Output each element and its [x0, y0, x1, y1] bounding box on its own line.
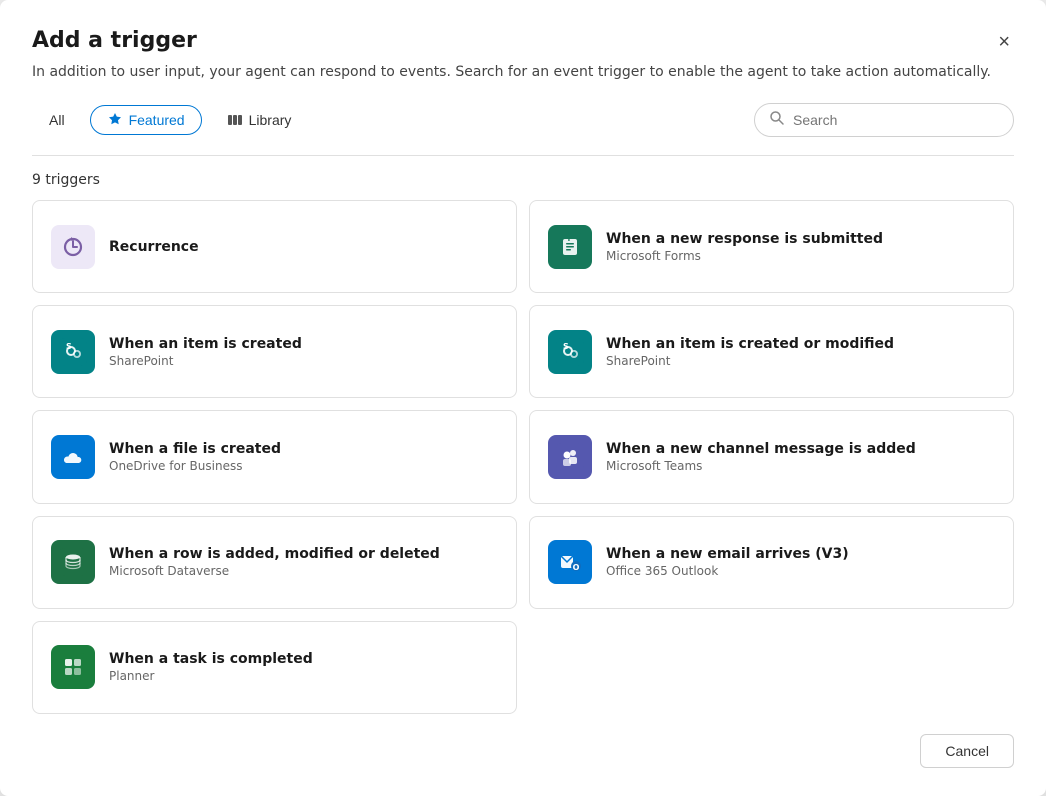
- tab-library[interactable]: Library: [210, 105, 309, 135]
- dialog-title: Add a trigger: [32, 28, 197, 54]
- trigger-text: When a new email arrives (V3) Office 365…: [606, 546, 995, 578]
- add-trigger-dialog: Add a trigger × In addition to user inpu…: [0, 0, 1046, 796]
- trigger-app: Office 365 Outlook: [606, 564, 995, 578]
- search-box[interactable]: [754, 103, 1014, 137]
- trigger-teams[interactable]: When a new channel message is added Micr…: [529, 410, 1014, 503]
- tab-featured[interactable]: Featured: [90, 105, 202, 135]
- trigger-app: SharePoint: [606, 354, 995, 368]
- trigger-sharepoint-modify[interactable]: S When an item is created or modified Sh…: [529, 305, 1014, 398]
- trigger-forms[interactable]: F When a new response is submitted Micro…: [529, 200, 1014, 293]
- tab-library-label: Library: [249, 112, 292, 128]
- trigger-text: When a row is added, modified or deleted…: [109, 546, 498, 578]
- trigger-text: When a new response is submitted Microso…: [606, 231, 995, 263]
- trigger-app: OneDrive for Business: [109, 459, 498, 473]
- triggers-count: 9 triggers: [0, 156, 1046, 200]
- trigger-text: When an item is created or modified Shar…: [606, 336, 995, 368]
- trigger-name: When a file is created: [109, 441, 498, 457]
- library-icon: [227, 112, 243, 128]
- svg-text:F: F: [568, 235, 573, 243]
- title-row: Add a trigger ×: [32, 28, 1014, 56]
- trigger-text: Recurrence: [109, 239, 498, 255]
- sharepoint-create-icon: S: [51, 330, 95, 374]
- outlook-icon: O: [548, 540, 592, 584]
- filter-tabs: All Featured Library: [32, 105, 308, 135]
- triggers-grid: Recurrence F When a new response is subm…: [0, 200, 1046, 714]
- star-icon: [107, 112, 123, 128]
- trigger-name: When a new email arrives (V3): [606, 546, 995, 562]
- close-button[interactable]: ×: [994, 28, 1014, 56]
- trigger-app: Microsoft Teams: [606, 459, 995, 473]
- trigger-app: Microsoft Dataverse: [109, 564, 498, 578]
- trigger-text: When a task is completed Planner: [109, 651, 498, 683]
- sharepoint-modify-icon: S: [548, 330, 592, 374]
- trigger-onedrive[interactable]: When a file is created OneDrive for Busi…: [32, 410, 517, 503]
- teams-icon: [548, 435, 592, 479]
- trigger-name: When a new response is submitted: [606, 231, 995, 247]
- trigger-name: When an item is created or modified: [606, 336, 995, 352]
- trigger-app: Microsoft Forms: [606, 249, 995, 263]
- trigger-dataverse[interactable]: When a row is added, modified or deleted…: [32, 516, 517, 609]
- trigger-app: Planner: [109, 669, 498, 683]
- trigger-outlook[interactable]: O When a new email arrives (V3) Office 3…: [529, 516, 1014, 609]
- dialog-subtitle: In addition to user input, your agent ca…: [32, 62, 1014, 83]
- svg-text:S: S: [66, 342, 72, 351]
- trigger-text: When a file is created OneDrive for Busi…: [109, 441, 498, 473]
- planner-icon: [51, 645, 95, 689]
- trigger-name: When a new channel message is added: [606, 441, 995, 457]
- trigger-text: When a new channel message is added Micr…: [606, 441, 995, 473]
- trigger-name: When an item is created: [109, 336, 498, 352]
- trigger-recurrence[interactable]: Recurrence: [32, 200, 517, 293]
- onedrive-icon: [51, 435, 95, 479]
- trigger-sharepoint-create[interactable]: S When an item is created SharePoint: [32, 305, 517, 398]
- search-icon: [769, 110, 785, 130]
- trigger-name: Recurrence: [109, 239, 498, 255]
- forms-icon: F: [548, 225, 592, 269]
- trigger-name: When a task is completed: [109, 651, 498, 667]
- trigger-name: When a row is added, modified or deleted: [109, 546, 498, 562]
- recurrence-icon: [51, 225, 95, 269]
- dataverse-icon: [51, 540, 95, 584]
- dialog-header: Add a trigger × In addition to user inpu…: [0, 0, 1046, 83]
- svg-text:O: O: [573, 563, 580, 572]
- dialog-footer: Cancel: [0, 714, 1046, 796]
- tab-all[interactable]: All: [32, 105, 82, 135]
- search-input[interactable]: [793, 112, 999, 128]
- trigger-app: SharePoint: [109, 354, 498, 368]
- svg-text:S: S: [563, 342, 569, 351]
- cancel-button[interactable]: Cancel: [920, 734, 1014, 768]
- trigger-planner[interactable]: When a task is completed Planner: [32, 621, 517, 714]
- tab-featured-label: Featured: [129, 112, 185, 128]
- trigger-text: When an item is created SharePoint: [109, 336, 498, 368]
- filter-row: All Featured Library: [0, 83, 1046, 137]
